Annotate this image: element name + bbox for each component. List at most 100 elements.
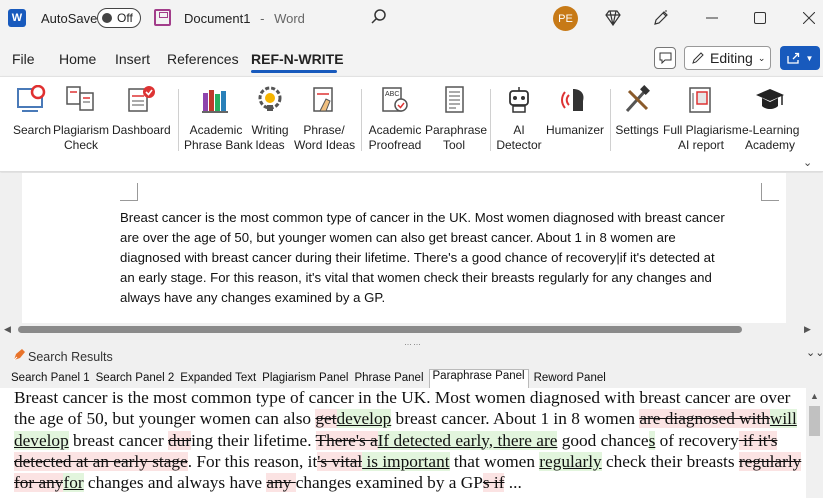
autosave-state: Off: [117, 11, 133, 25]
ribbon-label-2: Ideas: [255, 138, 285, 152]
share-icon: [786, 52, 799, 64]
ribbon-label-2: Detector: [496, 138, 542, 152]
paraphrase-doc-icon: [445, 86, 464, 113]
scrollbar-thumb[interactable]: [809, 406, 820, 436]
deleted-text: dur: [168, 430, 192, 450]
ribbon-collapse-icon[interactable]: ⌄: [803, 156, 812, 169]
scrollbar-thumb[interactable]: [18, 326, 742, 333]
document-line: are over the age of 50, but younger wome…: [120, 230, 676, 245]
share-button[interactable]: ▼: [780, 46, 820, 70]
paraphrase-text: Breast cancer is the most common type of…: [14, 388, 804, 493]
word-logo-icon: W: [8, 9, 26, 27]
edit-pencil-icon: [692, 52, 704, 64]
tab-search-panel-2[interactable]: Search Panel 2: [95, 372, 176, 388]
ribbon-label: Full Plagiarism: [663, 123, 742, 137]
plagiarism-doc-icon: [66, 86, 94, 111]
maximize-icon[interactable]: [746, 6, 774, 30]
ribbon-elearning-button[interactable]: e-Learning Academy: [742, 85, 799, 153]
ribbon-label-2: Proofread: [368, 138, 422, 152]
ribbon-separator: [610, 89, 611, 151]
ribbon-label-2: Academy: [744, 138, 796, 152]
panel-title: Search Results: [28, 350, 113, 364]
ribbon-label: AI: [513, 123, 525, 137]
tab-paraphrase-panel[interactable]: Paraphrase Panel: [428, 369, 529, 388]
search-icon[interactable]: [370, 8, 388, 26]
ribbon-phrase-bank-button[interactable]: Academic Phrase Bank: [184, 85, 253, 153]
chevron-down-icon: ⌄: [757, 52, 766, 63]
ribbon-word-ideas-button[interactable]: Phrase/ Word Ideas: [294, 85, 355, 153]
deleted-text: 's vital: [317, 451, 363, 471]
inserted-text: If detected early, there are: [377, 430, 558, 450]
ribbon-dashboard-button[interactable]: Dashboard: [112, 85, 171, 138]
menu-insert[interactable]: Insert: [115, 51, 150, 67]
tab-reword-panel[interactable]: Reword Panel: [533, 372, 607, 388]
ribbon-settings-button[interactable]: Settings: [615, 85, 659, 138]
inserted-text: regularly: [539, 451, 602, 471]
app-name: Word: [274, 11, 305, 26]
close-icon[interactable]: [795, 6, 823, 30]
document-canvas: Breast cancer is the most common type of…: [0, 173, 823, 323]
unchanged-text: check their breasts: [601, 451, 739, 471]
pen-icon[interactable]: [649, 6, 673, 30]
menu-file[interactable]: File: [12, 51, 35, 67]
panel-collapse-icon[interactable]: ⌄⌄: [806, 346, 823, 359]
document-line: always have any changes examined by a GP…: [120, 290, 386, 305]
tab-expanded-text[interactable]: Expanded Text: [179, 372, 257, 388]
humanizer-head-icon: [561, 89, 584, 111]
menu-references[interactable]: References: [167, 51, 239, 67]
unchanged-text: that women: [449, 451, 540, 471]
document-line: Breast cancer is the most common type of…: [120, 210, 725, 225]
resize-grip-icon[interactable]: ……: [404, 338, 422, 347]
deleted-text: are diagnosed with: [639, 409, 770, 429]
ribbon-label-2: AI report: [677, 138, 725, 152]
title-separator: -: [260, 11, 265, 26]
document-page[interactable]: Breast cancer is the most common type of…: [22, 173, 786, 323]
result-scrollbar[interactable]: ▲: [806, 388, 823, 498]
ribbon-writing-ideas-button[interactable]: Writing Ideas: [249, 85, 291, 153]
menu-home[interactable]: Home: [59, 51, 96, 67]
scroll-right-icon[interactable]: ▶: [804, 324, 811, 335]
horizontal-scrollbar[interactable]: ◀ ▶: [0, 323, 823, 336]
inserted-text: is important: [362, 451, 450, 471]
active-tab-indicator: [251, 70, 337, 73]
ribbon-label-2: Check: [63, 138, 98, 152]
ribbon-search-button[interactable]: Search: [12, 84, 52, 138]
ribbon-proofread-button[interactable]: ABC Academic Proofread: [368, 85, 422, 153]
save-icon[interactable]: [154, 9, 171, 26]
vertical-scrollbar[interactable]: [807, 173, 823, 323]
ribbon-paraphrase-button[interactable]: Paraphrase Tool: [425, 85, 487, 153]
tab-search-panel-1[interactable]: Search Panel 1: [10, 372, 91, 388]
tab-plagiarism-panel[interactable]: Plagiarism Panel: [261, 372, 349, 388]
tab-phrase-panel[interactable]: Phrase Panel: [353, 372, 424, 388]
menu-ref-n-write[interactable]: REF-N-WRITE: [251, 51, 344, 67]
unchanged-text: good chance: [557, 430, 649, 450]
unchanged-text: of recovery: [655, 430, 739, 450]
autosave-toggle[interactable]: Off: [97, 8, 141, 28]
comment-icon[interactable]: [654, 47, 676, 69]
abc-check-icon: ABC: [382, 87, 408, 112]
autosave-label: AutoSave: [41, 11, 98, 26]
document-body[interactable]: Breast cancer is the most common type of…: [120, 208, 760, 308]
report-icon: [689, 87, 711, 113]
avatar[interactable]: PE: [553, 6, 578, 31]
ribbon-humanizer-button[interactable]: Humanizer: [546, 85, 604, 138]
inserted-text: for: [63, 473, 84, 493]
margin-corner: [120, 183, 138, 201]
robot-icon: [509, 87, 529, 113]
document-title[interactable]: Document1 - Word: [184, 11, 305, 26]
graduation-cap-icon: [756, 89, 784, 109]
scroll-up-icon[interactable]: ▲: [810, 391, 819, 401]
diamond-icon[interactable]: [601, 6, 625, 30]
ribbon-plagiarism-button[interactable]: Plagiarism Check: [53, 85, 109, 153]
search-screen-icon: [17, 84, 46, 112]
scroll-left-icon[interactable]: ◀: [4, 324, 11, 335]
ribbon-full-report-button[interactable]: Full Plagiarism AI report: [663, 85, 742, 153]
share-chevron-icon: ▼: [805, 53, 814, 63]
ribbon-ai-detector-button[interactable]: AI Detector: [495, 85, 543, 153]
ribbon-separator: [361, 89, 362, 151]
ribbon-label-2: Tool: [442, 138, 465, 152]
paraphrase-result[interactable]: Breast cancer is the most common type of…: [0, 388, 806, 498]
ribbon-label: Academic: [368, 123, 422, 137]
minimize-icon[interactable]: [698, 6, 726, 30]
editing-mode-button[interactable]: Editing ⌄: [684, 46, 771, 70]
